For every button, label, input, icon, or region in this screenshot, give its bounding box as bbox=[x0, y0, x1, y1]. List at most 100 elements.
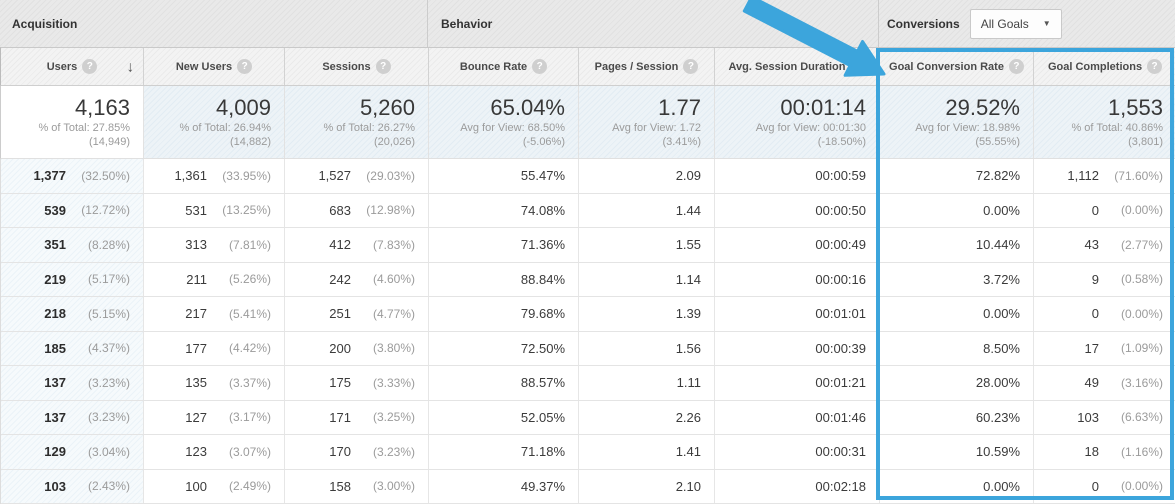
cell-goal-completions: 1,112 (71.60%) bbox=[1033, 159, 1175, 193]
cell-users: 218 (5.15%) bbox=[1, 297, 143, 331]
cell-percent: (13.25%) bbox=[207, 203, 271, 217]
cell-value: 137 bbox=[44, 410, 66, 425]
table-row: 218 (5.15%) 217 (5.41%) 251 (4.77%) 79.6… bbox=[1, 297, 1175, 332]
summary-subtext: (14,949) bbox=[7, 135, 130, 149]
cell-value: 351 bbox=[44, 237, 66, 252]
cell-new-users: 313 (7.81%) bbox=[143, 228, 284, 262]
cell-percent: (8.28%) bbox=[66, 238, 130, 252]
cell-sessions: 1,527 (29.03%) bbox=[284, 159, 428, 193]
cell-value: 49.37% bbox=[521, 479, 565, 494]
cell-value: 1.44 bbox=[676, 203, 701, 218]
cell-value: 218 bbox=[44, 306, 66, 321]
cell-value: 531 bbox=[185, 203, 207, 218]
summary-subtext: Avg for View: 68.50% bbox=[435, 121, 565, 135]
cell-value: 242 bbox=[329, 272, 351, 287]
cell-value: 171 bbox=[329, 410, 351, 425]
cell-percent: (0.00%) bbox=[1099, 307, 1163, 321]
cell-sessions: 171 (3.25%) bbox=[284, 401, 428, 435]
cell-value: 211 bbox=[186, 272, 207, 287]
column-header-sessions[interactable]: Sessions ? bbox=[284, 48, 428, 85]
help-icon[interactable]: ? bbox=[82, 59, 97, 74]
column-header-users[interactable]: Users ? ↓ bbox=[1, 48, 143, 85]
cell-users: 1,377 (32.50%) bbox=[1, 159, 143, 193]
cell-value: 00:00:16 bbox=[815, 272, 866, 287]
table-body: 1,377 (32.50%) 1,361 (33.95%) 1,527 (29.… bbox=[0, 159, 1175, 504]
cell-value: 8.50% bbox=[983, 341, 1020, 356]
table-row: 219 (5.17%) 211 (5.26%) 242 (4.60%) 88.8… bbox=[1, 263, 1175, 298]
table-row: 351 (8.28%) 313 (7.81%) 412 (7.83%) 71.3… bbox=[1, 228, 1175, 263]
cell-value: 1,361 bbox=[174, 168, 207, 183]
cell-value: 1.11 bbox=[677, 375, 701, 390]
cell-percent: (5.26%) bbox=[207, 272, 271, 286]
column-header-goal-conversion-rate[interactable]: Goal Conversion Rate ? bbox=[879, 48, 1033, 85]
cell-users: 185 (4.37%) bbox=[1, 332, 143, 366]
cell-goal-conversion-rate: 3.72% bbox=[879, 263, 1033, 297]
cell-value: 10.59% bbox=[976, 444, 1020, 459]
cell-percent: (0.58%) bbox=[1099, 272, 1163, 286]
summary-subtext: (55.55%) bbox=[886, 135, 1020, 149]
cell-value: 00:01:21 bbox=[815, 375, 866, 390]
cell-value: 00:00:59 bbox=[815, 168, 866, 183]
cell-goal-conversion-rate: 10.44% bbox=[879, 228, 1033, 262]
cell-value: 71.18% bbox=[521, 444, 565, 459]
cell-value: 2.10 bbox=[676, 479, 701, 494]
cell-percent: (5.15%) bbox=[66, 307, 130, 321]
all-goals-dropdown[interactable]: All Goals ▼ bbox=[970, 9, 1062, 39]
cell-value: 129 bbox=[44, 444, 66, 459]
cell-new-users: 177 (4.42%) bbox=[143, 332, 284, 366]
cell-sessions: 200 (3.80%) bbox=[284, 332, 428, 366]
cell-value: 313 bbox=[185, 237, 207, 252]
cell-value: 88.57% bbox=[521, 375, 565, 390]
cell-value: 00:01:46 bbox=[815, 410, 866, 425]
column-header-new-users[interactable]: New Users ? bbox=[143, 48, 284, 85]
cell-goal-completions: 9 (0.58%) bbox=[1033, 263, 1175, 297]
column-header-avg-session-duration[interactable]: Avg. Session Duration ? bbox=[714, 48, 879, 85]
cell-sessions: 412 (7.83%) bbox=[284, 228, 428, 262]
cell-value: 1,527 bbox=[318, 168, 351, 183]
cell-percent: (12.72%) bbox=[66, 203, 130, 217]
cell-bounce-rate: 71.36% bbox=[428, 228, 578, 262]
summary-value: 00:01:14 bbox=[721, 95, 866, 121]
cell-value: 0 bbox=[1092, 479, 1099, 494]
cell-avg-session-duration: 00:00:39 bbox=[714, 332, 879, 366]
cell-pages-session: 2.09 bbox=[578, 159, 714, 193]
cell-value: 0.00% bbox=[983, 203, 1020, 218]
column-header-bounce-rate[interactable]: Bounce Rate ? bbox=[428, 48, 578, 85]
cell-sessions: 242 (4.60%) bbox=[284, 263, 428, 297]
summary-subtext: (14,882) bbox=[150, 135, 271, 149]
cell-value: 1.56 bbox=[676, 341, 701, 356]
summary-subtext: Avg for View: 18.98% bbox=[886, 121, 1020, 135]
cell-avg-session-duration: 00:00:16 bbox=[714, 263, 879, 297]
cell-goal-conversion-rate: 0.00% bbox=[879, 297, 1033, 331]
help-icon[interactable]: ? bbox=[1147, 59, 1162, 74]
cell-goal-conversion-rate: 28.00% bbox=[879, 366, 1033, 400]
help-icon[interactable]: ? bbox=[683, 59, 698, 74]
cell-goal-conversion-rate: 0.00% bbox=[879, 470, 1033, 504]
cell-percent: (6.63%) bbox=[1099, 410, 1163, 424]
cell-percent: (3.17%) bbox=[207, 410, 271, 424]
column-header-goal-completions[interactable]: Goal Completions ? bbox=[1033, 48, 1175, 85]
summary-users: 4,163 % of Total: 27.85% (14,949) bbox=[1, 86, 143, 158]
summary-pages-session: 1.77 Avg for View: 1.72 (3.41%) bbox=[578, 86, 714, 158]
help-icon[interactable]: ? bbox=[1009, 59, 1024, 74]
help-icon[interactable]: ? bbox=[532, 59, 547, 74]
help-icon[interactable]: ? bbox=[376, 59, 391, 74]
table-row: 137 (3.23%) 135 (3.37%) 175 (3.33%) 88.5… bbox=[1, 366, 1175, 401]
cell-percent: (7.81%) bbox=[207, 238, 271, 252]
cell-users: 103 (2.43%) bbox=[1, 470, 143, 504]
cell-bounce-rate: 72.50% bbox=[428, 332, 578, 366]
cell-value: 52.05% bbox=[521, 410, 565, 425]
column-header-pages-session[interactable]: Pages / Session ? bbox=[578, 48, 714, 85]
help-icon[interactable]: ? bbox=[850, 59, 865, 74]
cell-value: 185 bbox=[44, 341, 66, 356]
summary-bounce-rate: 65.04% Avg for View: 68.50% (-5.06%) bbox=[428, 86, 578, 158]
help-icon[interactable]: ? bbox=[237, 59, 252, 74]
cell-value: 43 bbox=[1085, 237, 1099, 252]
cell-value: 60.23% bbox=[976, 410, 1020, 425]
cell-value: 170 bbox=[329, 444, 351, 459]
sort-descending-icon[interactable]: ↓ bbox=[127, 58, 135, 75]
summary-row: 4,163 % of Total: 27.85% (14,949) 4,009 … bbox=[0, 86, 1175, 159]
summary-subtext: (3.41%) bbox=[585, 135, 701, 149]
cell-value: 251 bbox=[329, 306, 351, 321]
cell-bounce-rate: 52.05% bbox=[428, 401, 578, 435]
